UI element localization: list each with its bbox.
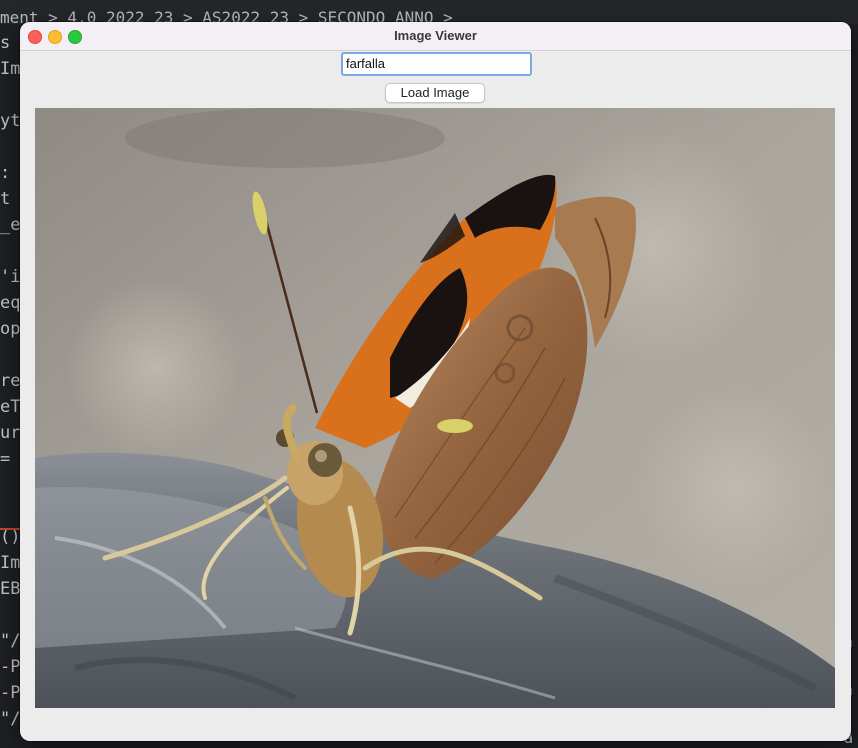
load-image-button[interactable]: Load Image bbox=[385, 83, 485, 103]
background-breadcrumb: ment > 4.0 2022 23 > AS2022_23 > SECONDO… bbox=[0, 0, 858, 27]
butterfly-photo bbox=[35, 108, 835, 708]
window-title: Image Viewer bbox=[394, 28, 477, 43]
image-viewer-window: Image Viewer Load Image bbox=[20, 22, 851, 741]
image-display bbox=[35, 108, 835, 708]
search-input[interactable] bbox=[341, 52, 532, 76]
title-bar[interactable]: Image Viewer bbox=[20, 22, 851, 51]
